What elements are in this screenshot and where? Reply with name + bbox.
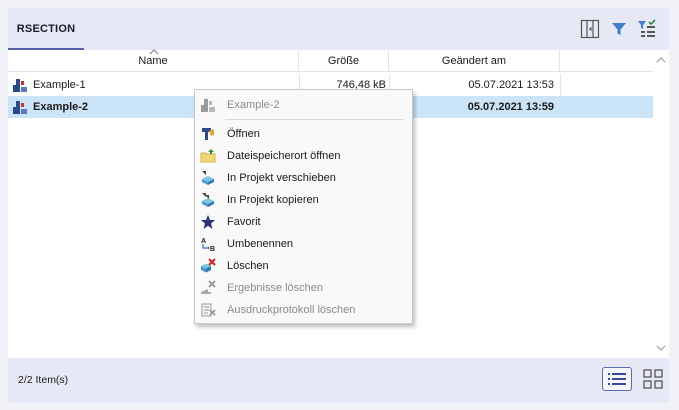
folder-icon [200,149,216,163]
delete-icon [201,258,216,273]
menu-item-rename[interactable]: A B Umbenennen [195,233,412,255]
tab-rsection[interactable]: RSECTION [8,8,84,50]
rsection-file-icon [13,79,27,92]
column-header-size[interactable]: Größe [299,50,389,72]
status-bar: 2/2 Item(s) [8,358,669,402]
context-menu: Example-2 Öffnen Dateispeicherort öffnen… [194,89,413,324]
file-modified: 05.07.2021 13:59 [467,101,554,113]
context-menu-header: Example-2 [195,94,412,116]
menu-item-delete-printout: Ausdruckprotokoll löschen [195,299,412,321]
scroll-down-icon[interactable] [656,344,666,352]
star-icon [201,215,215,229]
svg-text:A: A [201,238,206,245]
scroll-up-icon[interactable] [656,56,666,64]
menu-item-favorite[interactable]: Favorit [195,211,412,233]
delete-printout-icon [201,303,216,317]
menu-item-open[interactable]: Öffnen [195,123,412,145]
vertical-scrollbar[interactable] [653,50,669,358]
column-divider [560,74,561,96]
menu-item-delete[interactable]: Löschen [195,255,412,277]
delete-results-icon [201,280,216,294]
svg-text:B: B [210,246,215,252]
list-view-icon [608,373,626,385]
grid-view-icon [643,369,663,389]
menu-item-delete-results: Ergebnisse löschen [195,277,412,299]
menu-item-copy-to-project[interactable]: In Projekt kopieren [195,189,412,211]
list-view-button[interactable] [602,367,632,391]
file-modified: 05.07.2021 13:53 [468,79,554,91]
rsection-file-icon [13,101,27,114]
columns-icon[interactable] [579,18,601,40]
item-count: 2/2 Item(s) [18,374,69,386]
column-header-name[interactable]: Name [8,50,299,72]
rsection-file-icon [201,99,215,112]
menu-separator [225,119,403,120]
file-name: Example-2 [33,101,89,113]
column-header-modified[interactable]: Geändert am [389,50,560,72]
filter-icon[interactable] [608,18,630,40]
copy-to-project-icon [202,193,214,207]
move-to-project-icon [202,171,214,185]
context-menu-title: Example-2 [227,99,280,111]
menu-item-open-file-location[interactable]: Dateispeicherort öffnen [195,145,412,167]
rename-icon: A B [201,238,215,252]
checklist-filter-icon[interactable] [636,18,658,40]
list-header: Name Größe Geändert am [8,49,653,72]
grid-view-button[interactable] [638,367,668,391]
file-name: Example-1 [33,79,86,91]
open-icon [202,128,214,140]
tab-bar: RSECTION [8,8,669,50]
menu-item-move-to-project[interactable]: In Projekt verschieben [195,167,412,189]
